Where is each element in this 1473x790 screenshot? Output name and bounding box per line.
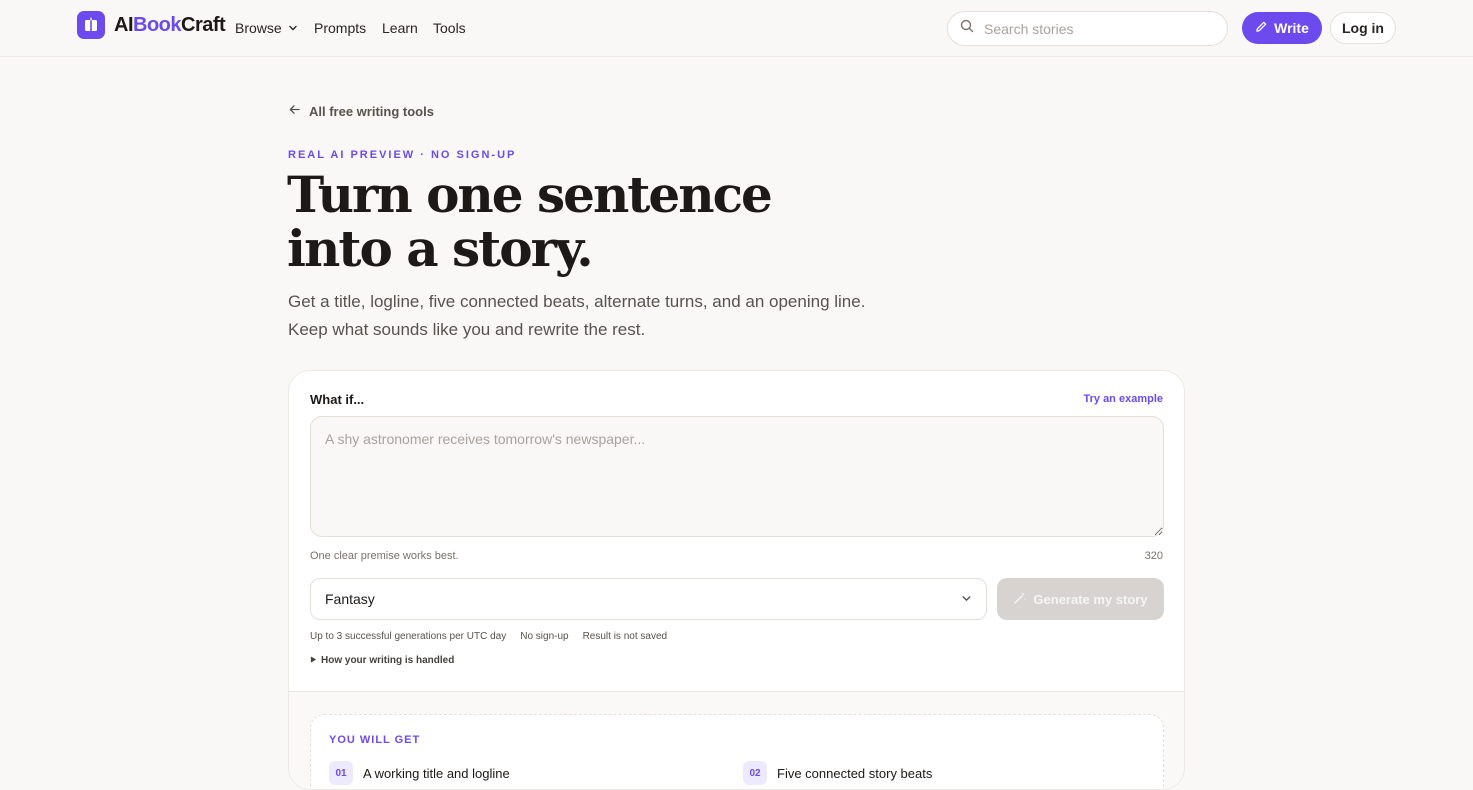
generate-story-button[interactable]: Generate my story: [997, 578, 1164, 620]
brand-prefix: AI: [114, 14, 134, 36]
generate-label: Generate my story: [1033, 591, 1148, 607]
premise-hint: One clear premise works best.: [310, 550, 459, 562]
genre-select[interactable]: Fantasy: [310, 578, 987, 620]
triangle-right-icon: [310, 655, 317, 666]
details-label: How your writing is handled: [321, 655, 455, 666]
you-will-get-section: YOU WILL GET 01 A working title and logl…: [289, 691, 1184, 789]
brand-accent: Book: [133, 14, 182, 36]
item-number: 02: [743, 761, 767, 785]
nav-prompts[interactable]: Prompts: [314, 20, 366, 36]
subtitle-line-1: Get a title, logline, five connected bea…: [288, 292, 866, 311]
nav-tools[interactable]: Tools: [433, 20, 466, 36]
nav-learn[interactable]: Learn: [382, 20, 418, 36]
nav-browse[interactable]: Browse: [235, 20, 298, 36]
back-to-tools-link[interactable]: All free writing tools: [288, 103, 434, 119]
brand-name[interactable]: AIBookCraft: [114, 14, 226, 37]
search-icon: [960, 19, 974, 38]
eyebrow-text: REAL AI PREVIEW · NO SIGN-UP: [288, 149, 517, 161]
brand-suffix: Craft: [181, 14, 226, 36]
genre-value: Fantasy: [325, 591, 375, 607]
book-logo-icon[interactable]: [77, 11, 105, 39]
subtitle-line-2: Keep what sounds like you and rewrite th…: [288, 320, 646, 339]
you-will-get-box: YOU WILL GET 01 A working title and logl…: [310, 714, 1164, 789]
back-link-label: All free writing tools: [309, 103, 434, 119]
usage-notes: Up to 3 successful generations per UTC d…: [310, 631, 667, 642]
login-button[interactable]: Log in: [1330, 12, 1396, 44]
pencil-icon: [1255, 20, 1268, 36]
note-not-saved: Result is not saved: [582, 631, 668, 642]
chevron-down-icon: [288, 20, 298, 36]
search-bar[interactable]: [947, 11, 1228, 46]
magic-wand-icon: [1013, 591, 1027, 608]
you-will-get-title: YOU WILL GET: [329, 734, 421, 746]
headline-line-2: into a story.: [287, 219, 594, 278]
arrow-left-icon: [288, 103, 301, 119]
privacy-details-toggle[interactable]: How your writing is handled: [310, 655, 454, 666]
character-count: 320: [1144, 550, 1163, 562]
note-daily-limit: Up to 3 successful generations per UTC d…: [310, 631, 507, 642]
premise-label: What if...: [310, 392, 365, 407]
item-number: 01: [329, 761, 353, 785]
list-item: 02 Five connected story beats: [743, 761, 932, 785]
story-generator-card: What if... Try an example One clear prem…: [288, 370, 1185, 790]
nav-browse-label: Browse: [235, 20, 282, 36]
headline-line-1: Turn one sentence: [287, 165, 773, 224]
list-item: 01 A working title and logline: [329, 761, 510, 785]
top-navigation: AIBookCraft Browse Prompts Learn Tools W…: [0, 0, 1473, 57]
write-label: Write: [1274, 20, 1309, 36]
write-button[interactable]: Write: [1242, 12, 1322, 44]
premise-textarea[interactable]: [310, 416, 1164, 537]
search-input[interactable]: [984, 20, 1204, 37]
chevron-down-icon: [961, 591, 972, 607]
try-example-link[interactable]: Try an example: [1084, 393, 1164, 405]
note-no-signup: No sign-up: [520, 631, 569, 642]
page-title: Turn one sentence into a story.: [287, 168, 987, 276]
